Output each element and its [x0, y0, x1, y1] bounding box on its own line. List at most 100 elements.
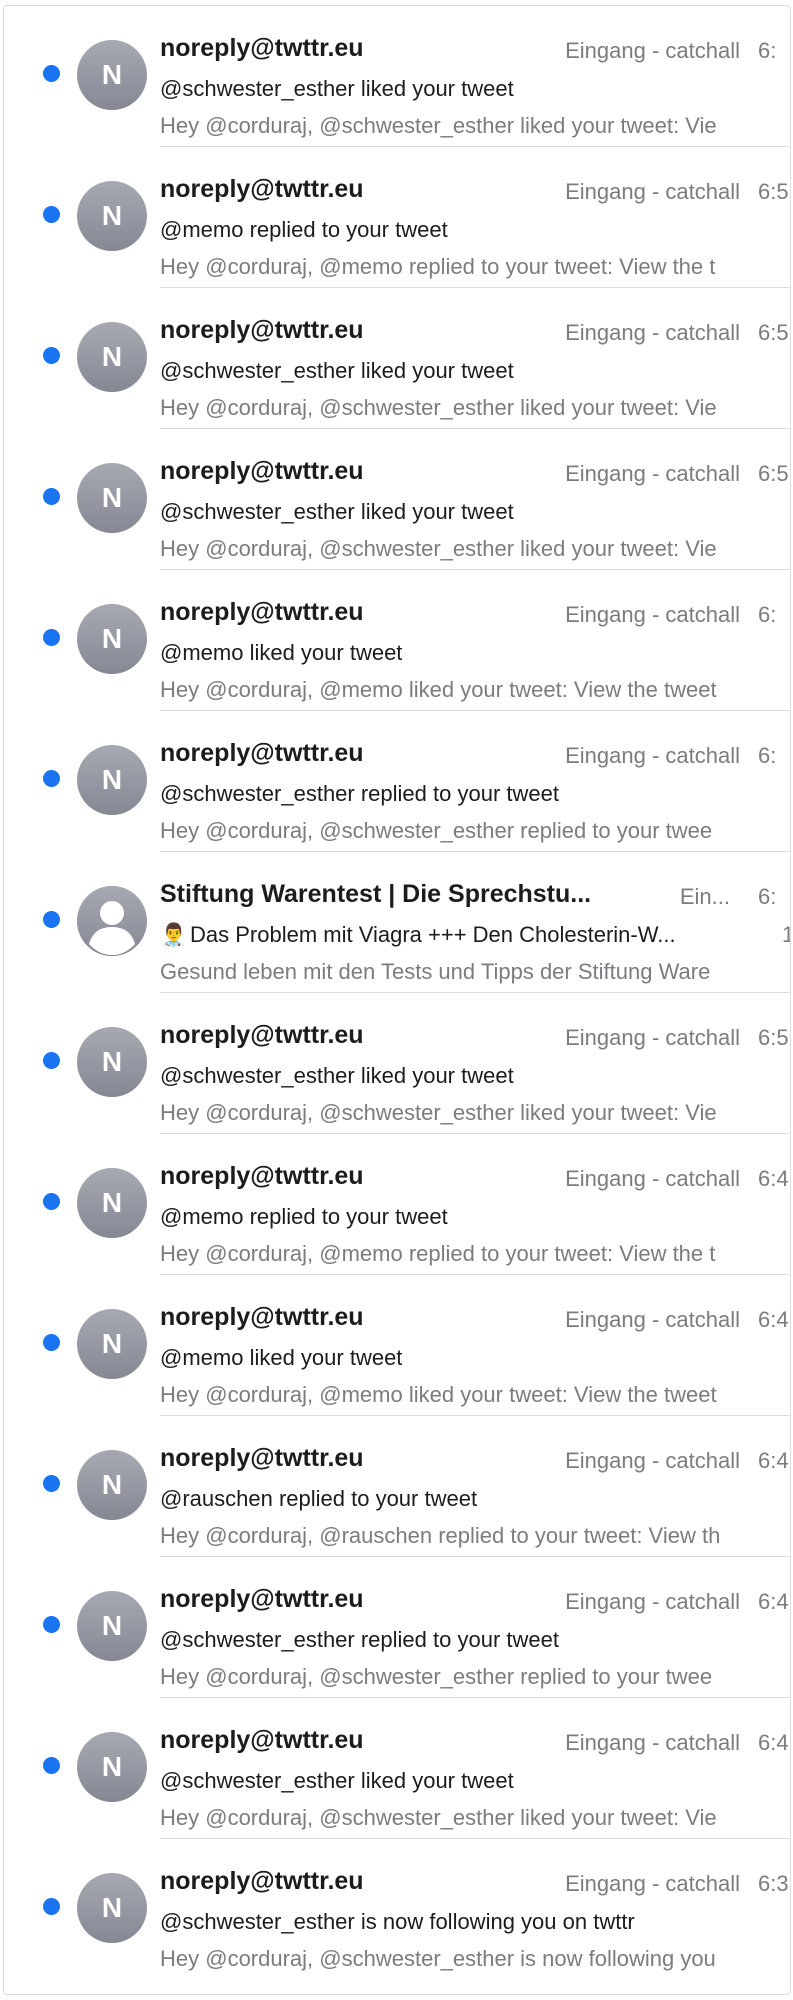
- thread-count: 1: [782, 922, 790, 948]
- message-subject: @memo liked your tweet: [160, 1345, 403, 1370]
- message-preview: Hey @corduraj, @schwester_esther liked y…: [160, 536, 717, 561]
- sender-name: Stiftung Warentest | Die Sprechstu...: [160, 880, 592, 908]
- message-preview: Hey @corduraj, @schwester_esther liked y…: [160, 395, 717, 420]
- received-time: 6:: [758, 743, 777, 768]
- sender-name: noreply@twttr.eu: [160, 1585, 364, 1613]
- sender-avatar: N: [77, 1309, 147, 1379]
- sender-name: noreply@twttr.eu: [160, 34, 364, 62]
- unread-indicator-icon: [43, 347, 60, 364]
- message-preview: Hey @corduraj, @schwester_esther is now …: [160, 1946, 716, 1971]
- mailbox-label: Eingang - catchall: [565, 38, 740, 63]
- message-content: noreply@twttr.eu Eingang - catchall 6: @sch…: [160, 739, 790, 851]
- received-time: 6:: [758, 38, 777, 63]
- message-subject: @schwester_esther replied to your tweet: [160, 1627, 559, 1652]
- message-subject: @schwester_esther is now following you o…: [160, 1909, 635, 1934]
- sender-avatar: N: [77, 463, 147, 533]
- message-content: noreply@twttr.eu Eingang - catchall 6: @sch…: [160, 34, 790, 146]
- message-subject-text: Das Problem mit Viagra +++ Den Cholester…: [190, 922, 676, 947]
- mailbox-label: Eingang - catchall: [565, 1730, 740, 1755]
- sender-name: noreply@twttr.eu: [160, 739, 364, 767]
- message-row[interactable]: Nnoreply@twttr.eu Eingang - catchall 6:5 @s…: [4, 288, 790, 429]
- message-preview: Hey @corduraj, @schwester_esther replied…: [160, 818, 713, 843]
- message-row[interactable]: Nnoreply@twttr.eu Eingang - catchall 6:4 @m…: [4, 1134, 790, 1275]
- received-time: 6:: [758, 602, 777, 627]
- message-content: noreply@twttr.eu Eingang - catchall 6:4 @ra…: [160, 1444, 790, 1556]
- sender-avatar: N: [77, 604, 147, 674]
- unread-indicator-icon: [43, 1193, 60, 1210]
- sender-name: noreply@twttr.eu: [160, 316, 364, 344]
- sender-avatar: N: [77, 745, 147, 815]
- sender-name: noreply@twttr.eu: [160, 1162, 364, 1190]
- unread-indicator-icon: [43, 629, 60, 646]
- sender-name: noreply@twttr.eu: [160, 598, 364, 626]
- person-avatar-icon: [77, 886, 147, 956]
- mailbox-label: Eingang - catchall: [565, 1589, 740, 1614]
- message-list: Nnoreply@twttr.eu Eingang - catchall 6: @sc…: [4, 6, 790, 1994]
- sender-avatar: N: [77, 322, 147, 392]
- message-content: noreply@twttr.eu Eingang - catchall 6:5 @sc…: [160, 457, 790, 569]
- message-row[interactable]: Nnoreply@twttr.eu Eingang - catchall 6: @sc…: [4, 711, 790, 852]
- message-row[interactable]: Nnoreply@twttr.eu Eingang - catchall 6:3 @s…: [4, 1839, 790, 1980]
- message-content: noreply@twttr.eu Eingang - catchall 6:4 @sc…: [160, 1585, 790, 1697]
- sender-avatar: N: [77, 40, 147, 110]
- message-row[interactable]: Nnoreply@twttr.eu Eingang - catchall 6:4 @m…: [4, 1275, 790, 1416]
- message-row[interactable]: Nnoreply@twttr.eu Eingang - catchall 6:4 @s…: [4, 1557, 790, 1698]
- mailbox-label: Eingang - catchall: [565, 461, 740, 486]
- mailbox-label: Eingang - catchall: [565, 1307, 740, 1332]
- sender-name: noreply@twttr.eu: [160, 175, 364, 203]
- received-time: 6:4: [758, 1166, 789, 1191]
- unread-indicator-icon: [43, 206, 60, 223]
- message-row[interactable]: Nnoreply@twttr.eu Eingang - catchall 6:5 @s…: [4, 993, 790, 1134]
- message-content: noreply@twttr.eu Eingang - catchall 6:5 @sc…: [160, 1021, 790, 1133]
- doctor-emoji-icon: 👨‍⚕️: [160, 922, 188, 947]
- unread-indicator-icon: [43, 1898, 60, 1915]
- message-row[interactable]: Stiftung Warentest | Die Sprechstu... Ein…: [4, 852, 790, 993]
- message-preview: Hey @corduraj, @memo liked your tweet: V…: [160, 1382, 717, 1407]
- unread-indicator-icon: [43, 1616, 60, 1633]
- unread-indicator-icon: [43, 1757, 60, 1774]
- mail-window: Nnoreply@twttr.eu Eingang - catchall 6: @sc…: [3, 5, 791, 1995]
- received-time: 6:4: [758, 1448, 789, 1473]
- message-preview: Hey @corduraj, @schwester_esther liked y…: [160, 1805, 717, 1830]
- received-time: 6:4: [758, 1307, 789, 1332]
- sender-avatar: N: [77, 1450, 147, 1520]
- message-preview: Hey @corduraj, @memo replied to your twe…: [160, 254, 716, 279]
- message-row[interactable]: Nnoreply@twttr.eu Eingang - catchall 6: @sc…: [4, 6, 790, 147]
- message-row[interactable]: Nnoreply@twttr.eu Eingang - catchall 6:5 @m…: [4, 147, 790, 288]
- message-subject: @memo replied to your tweet: [160, 217, 448, 242]
- message-preview: Hey @corduraj, @schwester_esther replied…: [160, 1664, 713, 1689]
- message-preview: Hey @corduraj, @memo replied to your twe…: [160, 1241, 716, 1266]
- mailbox-label: Eingang - catchall: [565, 1166, 740, 1191]
- sender-avatar: N: [77, 181, 147, 251]
- sender-name: noreply@twttr.eu: [160, 1444, 364, 1472]
- message-content: noreply@twttr.eu Eingang - catchall 6:4 @me…: [160, 1303, 790, 1415]
- message-row[interactable]: Nnoreply@twttr.eu Eingang - catchall 6:4 @s…: [4, 1698, 790, 1839]
- mailbox-label: Eingang - catchall: [565, 320, 740, 345]
- mailbox-label: Eingang - catchall: [565, 1871, 740, 1896]
- sender-name: noreply@twttr.eu: [160, 1867, 364, 1895]
- message-subject: @rauschen replied to your tweet: [160, 1486, 478, 1511]
- message-subject: @memo liked your tweet: [160, 640, 403, 665]
- message-content: noreply@twttr.eu Eingang - catchall 6: @mem…: [160, 598, 790, 710]
- unread-indicator-icon: [43, 1052, 60, 1069]
- sender-name: noreply@twttr.eu: [160, 1726, 364, 1754]
- message-preview: Hey @corduraj, @rauschen replied to your…: [160, 1523, 721, 1548]
- received-time: 6:5: [758, 320, 789, 345]
- sender-name: noreply@twttr.eu: [160, 457, 364, 485]
- message-content: noreply@twttr.eu Eingang - catchall 6:4 @me…: [160, 1162, 790, 1274]
- mailbox-label: Eingang - catchall: [565, 743, 740, 768]
- unread-indicator-icon: [43, 911, 60, 928]
- message-content: noreply@twttr.eu Eingang - catchall 6:5 @me…: [160, 175, 790, 287]
- message-subject: @schwester_esther liked your tweet: [160, 358, 514, 383]
- mailbox-label: Eingang - catchall: [565, 1025, 740, 1050]
- message-subject: @schwester_esther liked your tweet: [160, 499, 514, 524]
- message-content: Stiftung Warentest | Die Sprechstu... Ein…: [160, 880, 790, 992]
- sender-avatar: N: [77, 1873, 147, 1943]
- message-row[interactable]: Nnoreply@twttr.eu Eingang - catchall 6:4 @r…: [4, 1416, 790, 1557]
- message-row[interactable]: Nnoreply@twttr.eu Eingang - catchall 6: @me…: [4, 570, 790, 711]
- message-row[interactable]: Nnoreply@twttr.eu Eingang - catchall 6:5 @s…: [4, 429, 790, 570]
- message-subject: @schwester_esther liked your tweet: [160, 1063, 514, 1088]
- mailbox-label: Eingang - catchall: [565, 179, 740, 204]
- sender-name: noreply@twttr.eu: [160, 1021, 364, 1049]
- unread-indicator-icon: [43, 488, 60, 505]
